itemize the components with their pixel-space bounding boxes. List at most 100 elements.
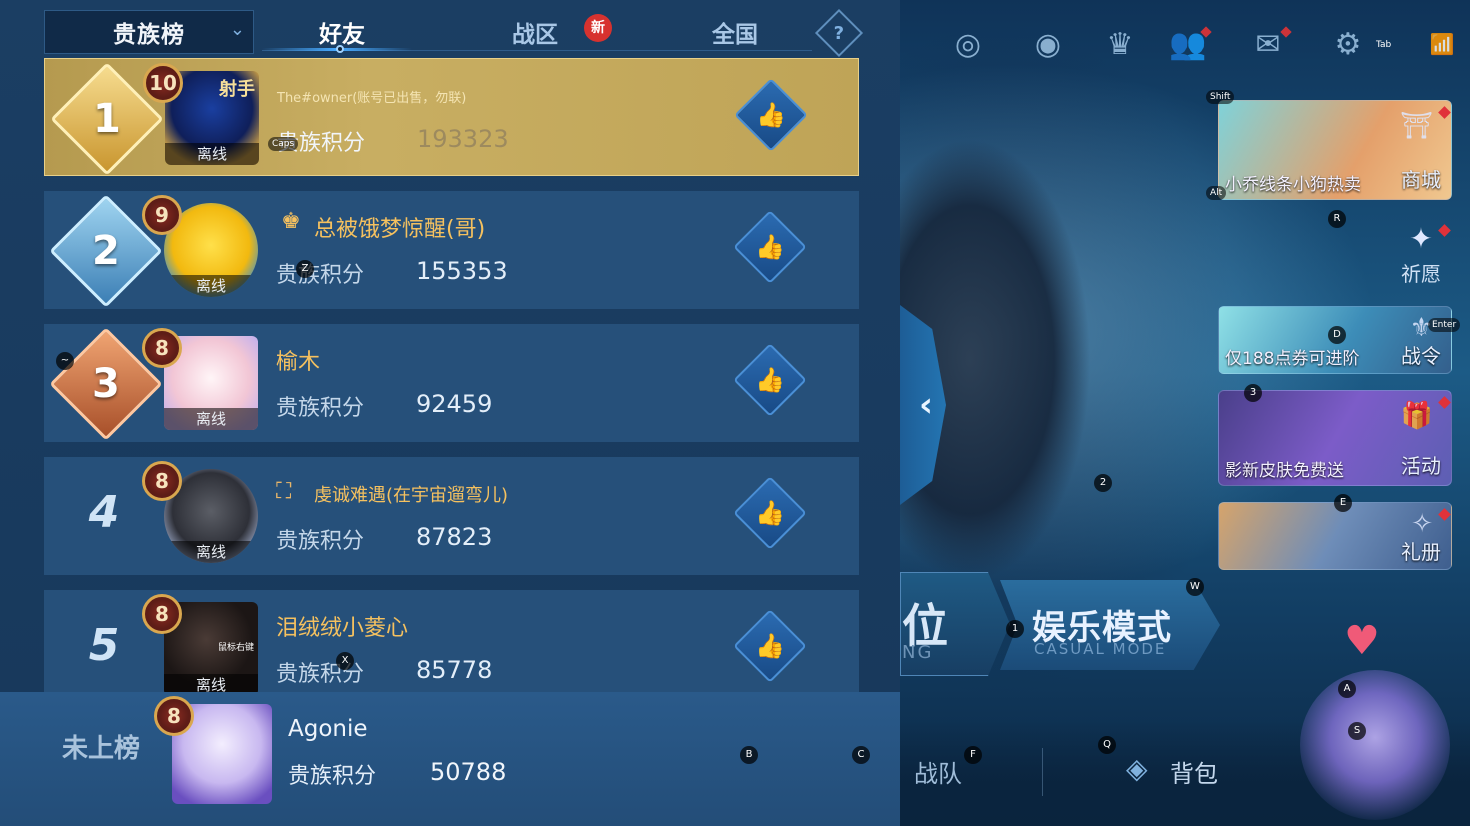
like-button[interactable]: 👍 (733, 343, 807, 417)
bag-button[interactable]: 背包 (1170, 754, 1218, 789)
leaderboard-row[interactable]: 5 鼠标右键 离线 8 泪绒绒小菱心 贵族积分 85778 👍 (44, 590, 859, 708)
events-tag: 活动 (1401, 454, 1441, 478)
key-hint-caps: Caps (268, 137, 299, 151)
friends-icon[interactable]: 👥 (1166, 24, 1212, 64)
my-rank-row[interactable]: 未上榜 8 Agonie 贵族积分 50788 (0, 692, 900, 826)
key-hint-z: Z (296, 260, 314, 278)
dropdown-label: 贵族榜 (113, 22, 185, 48)
key-hint-x: X (336, 652, 354, 670)
tab-key-label: Tab (1376, 40, 1392, 50)
signal-icon: 📶 (1429, 32, 1455, 56)
player-name: 总被饿梦惊醒(哥) (314, 217, 486, 242)
settings-gear-icon[interactable]: ⚙ (1326, 24, 1370, 64)
chevron-left-icon: ‹ (918, 385, 933, 425)
side-card-events[interactable]: 影新皮肤免费送 🎁 活动 (1218, 390, 1452, 486)
wish-icon[interactable]: ✦ (1396, 222, 1446, 255)
thumbs-up-icon: 👍 (755, 365, 785, 394)
mail-icon[interactable]: ✉ (1246, 24, 1292, 64)
leaderboard-row[interactable]: 1 射手 离线 10 The#owner(账号已出售，勿联) 贵族积分 1933… (44, 58, 859, 176)
tab-zone[interactable]: 战区 (480, 10, 590, 54)
offline-label: 离线 (165, 143, 259, 165)
ranked-mode-sub: NG (902, 642, 934, 663)
rank-number: 4 (88, 487, 120, 538)
key-hint-c: C (852, 746, 870, 764)
key-hint-s: S (1348, 722, 1366, 740)
gift-book-icon: ✧ (1411, 509, 1433, 539)
like-button[interactable]: 👍 (734, 78, 808, 152)
tab-national[interactable]: 全国 (680, 10, 790, 54)
question-icon: ? (833, 22, 845, 44)
pass-caption: 仅188点券可进阶 (1225, 349, 1360, 369)
bottom-divider (1042, 748, 1043, 796)
key-hint-e: E (1334, 494, 1352, 512)
active-tab-indicator (336, 45, 344, 53)
key-hint-d: D (1328, 326, 1346, 344)
leaderboard-type-dropdown[interactable]: 贵族榜 ⌄ (44, 10, 254, 54)
like-button[interactable]: 👍 (733, 609, 807, 683)
key-hint-2: 2 (1094, 474, 1112, 492)
leaderboard-row[interactable]: 3 离线 8 榆木 贵族积分 92459 👍 (44, 324, 859, 442)
score-label: 贵族积分 (276, 396, 365, 421)
pass-tag: 战令 (1401, 344, 1441, 368)
level-badge: 8 (142, 328, 182, 368)
my-player-name: Agonie (288, 716, 368, 742)
gift-book-tag: 礼册 (1401, 540, 1441, 564)
player-name: The#owner(账号已出售，勿联) (277, 91, 467, 106)
offline-label: 离线 (164, 541, 258, 563)
rank-number: 5 (88, 620, 120, 671)
chevron-down-icon: ⌄ (229, 19, 245, 40)
key-hint-1: 1 (1006, 620, 1024, 638)
trophy-icon[interactable]: ♛ (1098, 24, 1142, 64)
key-hint-3: 3 (1244, 384, 1262, 402)
store-icon: ⛩ (1399, 111, 1433, 141)
record-icon[interactable]: ◎ (946, 24, 990, 64)
eye-icon[interactable]: ◉ (1026, 24, 1070, 64)
key-hint-a: A (1338, 680, 1356, 698)
score-value: 193323 (417, 125, 509, 153)
svip-crown-icon: ♚ (281, 209, 301, 234)
level-badge: 8 (142, 461, 182, 501)
thumbs-up-icon: 👍 (755, 631, 785, 660)
like-button[interactable]: 👍 (733, 476, 807, 550)
score-value: 85778 (416, 656, 493, 684)
my-score-value: 50788 (430, 758, 507, 786)
avatar-overlay-text: 鼠标右键 (217, 643, 254, 653)
leaderboard-row[interactable]: 4 离线 8 ⛶ 虔诚难遇(在宇宙遛弯儿) 贵族积分 87823 👍 (44, 457, 859, 575)
score-label: 贵族积分 (276, 263, 365, 288)
key-hint-w: W (1186, 578, 1204, 596)
heart-icon[interactable]: ♥ (1344, 618, 1380, 664)
casual-mode-sub: CASUAL MODE (1034, 640, 1167, 658)
my-level-badge: 8 (154, 696, 194, 736)
thumbs-up-icon: 👍 (755, 498, 785, 527)
team-button[interactable]: 战队 (914, 754, 962, 789)
side-card-store[interactable]: 小乔线条小狗热卖 ⛩ 商城 (1218, 100, 1452, 200)
rank-number: 1 (93, 96, 121, 142)
offline-label: 离线 (164, 275, 258, 297)
like-button[interactable]: 👍 (733, 210, 807, 284)
key-hint-enter: Enter (1428, 318, 1461, 332)
key-hint-q: Q (1098, 736, 1116, 754)
key-hint-r: R (1328, 210, 1346, 228)
avatar-frame-text: 射手 (219, 79, 255, 100)
player-name: 榆木 (276, 350, 321, 375)
wish-label[interactable]: 祈愿 (1396, 258, 1446, 287)
store-caption: 小乔线条小狗热卖 (1225, 175, 1361, 195)
rank-number: 2 (92, 228, 120, 274)
events-icon: 🎁 (1400, 401, 1433, 431)
score-value: 155353 (416, 257, 508, 285)
offline-label: 离线 (164, 408, 258, 430)
new-badge: 新 (584, 14, 612, 42)
mascot-character[interactable] (1300, 670, 1450, 820)
key-hint-b: B (740, 746, 758, 764)
title-frame-icon: ⛶ (276, 479, 292, 504)
leaderboard-row[interactable]: 2 离线 9 ♚ 总被饿梦惊醒(哥) 贵族积分 155353 👍 (44, 191, 859, 309)
level-badge: 9 (142, 195, 182, 235)
thumbs-up-icon: 👍 (756, 100, 786, 129)
key-hint-alt: Alt (1206, 186, 1227, 200)
player-name: 泪绒绒小菱心 (276, 616, 409, 641)
level-badge: 10 (143, 63, 183, 103)
score-value: 87823 (416, 523, 493, 551)
side-card-gift-book[interactable]: ✧ 礼册 (1218, 502, 1452, 570)
player-name: 虔诚难遇(在宇宙遛弯儿) (314, 485, 509, 506)
store-tag: 商城 (1401, 168, 1441, 192)
